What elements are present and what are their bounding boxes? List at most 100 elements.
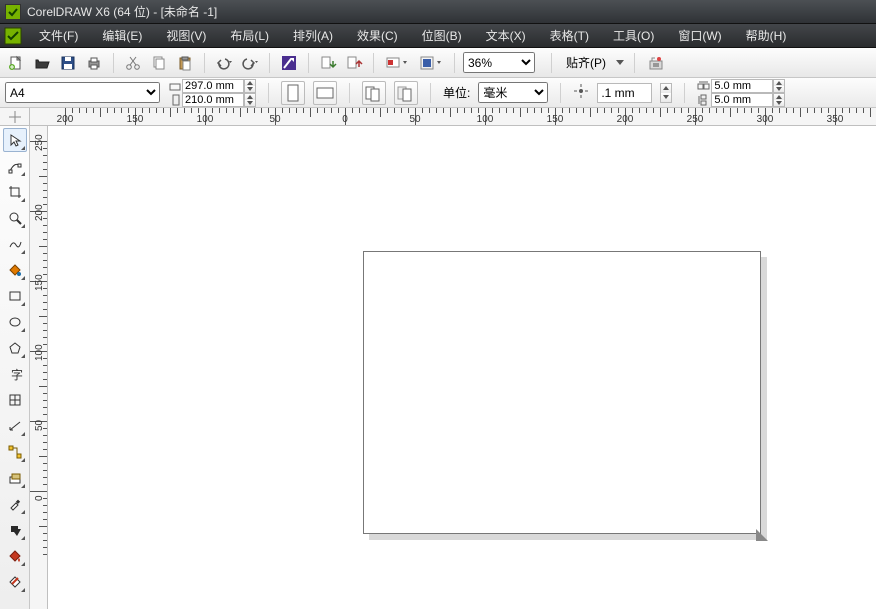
separator — [204, 53, 205, 73]
save-button[interactable] — [57, 52, 79, 74]
paper-size-select[interactable]: A4 — [5, 82, 160, 103]
separator — [269, 53, 270, 73]
menu-tools[interactable]: 工具(O) — [601, 23, 666, 48]
dup-y-spinner[interactable] — [773, 93, 785, 107]
import-button[interactable] — [317, 52, 339, 74]
new-button[interactable] — [5, 52, 27, 74]
height-spinner[interactable] — [244, 93, 256, 107]
toolbox: 字 — [0, 126, 30, 609]
window-title: CorelDRAW X6 (64 位) - [未命名 -1] — [27, 3, 217, 20]
freehand-tool[interactable] — [3, 232, 27, 256]
menu-view[interactable]: 视图(V) — [154, 23, 218, 48]
dup-x-spinner[interactable] — [773, 79, 785, 93]
ruler-origin[interactable] — [0, 108, 30, 126]
separator — [560, 83, 561, 103]
units-select[interactable]: 毫米 — [478, 82, 548, 103]
width-spinner[interactable] — [244, 79, 256, 93]
height-icon — [168, 95, 182, 105]
standard-toolbar: 36% 贴齐(P) — [0, 48, 876, 78]
svg-text:字: 字 — [11, 367, 23, 382]
open-button[interactable] — [31, 52, 53, 74]
canvas[interactable] — [48, 126, 876, 609]
portrait-button[interactable] — [281, 81, 305, 105]
separator — [113, 53, 114, 73]
menu-edit[interactable]: 编辑(E) — [90, 23, 154, 48]
copy-button[interactable] — [148, 52, 170, 74]
duplicate-distance — [697, 79, 785, 107]
separator — [454, 53, 455, 73]
nudge-icon — [573, 83, 589, 102]
app-icon — [5, 4, 21, 20]
units-label: 单位: — [443, 84, 470, 101]
dup-y-input[interactable] — [711, 93, 773, 107]
publish-pdf-button[interactable] — [382, 52, 412, 74]
menu-window[interactable]: 窗口(W) — [666, 23, 733, 48]
outline-tool[interactable] — [3, 518, 27, 542]
cut-button[interactable] — [122, 52, 144, 74]
separator — [373, 53, 374, 73]
rectangle-tool[interactable] — [3, 284, 27, 308]
redo-button[interactable] — [239, 52, 261, 74]
page-sheet — [363, 251, 761, 534]
separator — [430, 83, 431, 103]
options-button[interactable] — [645, 52, 667, 74]
work-area: 字 250200150100500 — [0, 126, 876, 609]
fill-tool[interactable] — [3, 544, 27, 568]
page-height-input[interactable] — [182, 93, 244, 107]
nudge-spinner[interactable] — [660, 83, 672, 103]
all-pages-button[interactable] — [362, 81, 386, 105]
separator — [551, 53, 552, 73]
width-icon — [168, 81, 182, 91]
text-tool[interactable]: 字 — [3, 362, 27, 386]
menu-text[interactable]: 文本(X) — [474, 23, 538, 48]
separator — [634, 53, 635, 73]
zoom-select[interactable]: 36% — [463, 52, 535, 73]
export-button[interactable] — [343, 52, 365, 74]
undo-button[interactable] — [213, 52, 235, 74]
menu-bitmaps[interactable]: 位图(B) — [410, 23, 474, 48]
page-corner-handle[interactable] — [756, 529, 768, 541]
menu-effects[interactable]: 效果(C) — [345, 23, 410, 48]
paste-button[interactable] — [174, 52, 196, 74]
menu-arrange[interactable]: 排列(A) — [281, 23, 345, 48]
menu-layout[interactable]: 布局(L) — [218, 23, 281, 48]
menu-table[interactable]: 表格(T) — [538, 23, 601, 48]
separator — [349, 83, 350, 103]
print-button[interactable] — [83, 52, 105, 74]
dup-x-input[interactable] — [711, 79, 773, 93]
horizontal-ruler[interactable]: 20015010050050100150200250300350 — [30, 108, 876, 126]
snap-to-label[interactable]: 贴齐(P) — [562, 52, 610, 73]
horizontal-ruler-row: 20015010050050100150200250300350 — [0, 108, 876, 126]
app-launcher-button[interactable] — [416, 52, 446, 74]
landscape-button[interactable] — [313, 81, 337, 105]
page-width-input[interactable] — [182, 79, 244, 93]
title-bar: CorelDRAW X6 (64 位) - [未命名 -1] — [0, 0, 876, 24]
pick-tool[interactable] — [3, 128, 27, 152]
app-menu-icon[interactable] — [2, 25, 24, 47]
connector-tool[interactable] — [3, 440, 27, 464]
interactive-effects-tool[interactable] — [3, 466, 27, 490]
page[interactable] — [363, 251, 761, 534]
interactive-fill-tool[interactable] — [3, 570, 27, 594]
nudge-input[interactable] — [597, 83, 652, 103]
table-tool[interactable] — [3, 388, 27, 412]
smart-fill-tool[interactable] — [3, 258, 27, 282]
crop-tool[interactable] — [3, 180, 27, 204]
separator — [684, 83, 685, 103]
chevron-down-icon[interactable] — [616, 60, 624, 66]
polygon-tool[interactable] — [3, 336, 27, 360]
menu-help[interactable]: 帮助(H) — [734, 23, 799, 48]
vertical-ruler[interactable]: 250200150100500 — [30, 126, 48, 609]
dimension-tool[interactable] — [3, 414, 27, 438]
shape-tool[interactable] — [3, 154, 27, 178]
property-bar: A4 单位: 毫米 — [0, 78, 876, 108]
eyedropper-tool[interactable] — [3, 492, 27, 516]
separator — [308, 53, 309, 73]
separator — [268, 83, 269, 103]
ellipse-tool[interactable] — [3, 310, 27, 334]
menu-file[interactable]: 文件(F) — [27, 23, 90, 48]
search-button[interactable] — [278, 52, 300, 74]
current-page-button[interactable] — [394, 81, 418, 105]
zoom-tool[interactable] — [3, 206, 27, 230]
dup-y-icon — [697, 95, 711, 105]
